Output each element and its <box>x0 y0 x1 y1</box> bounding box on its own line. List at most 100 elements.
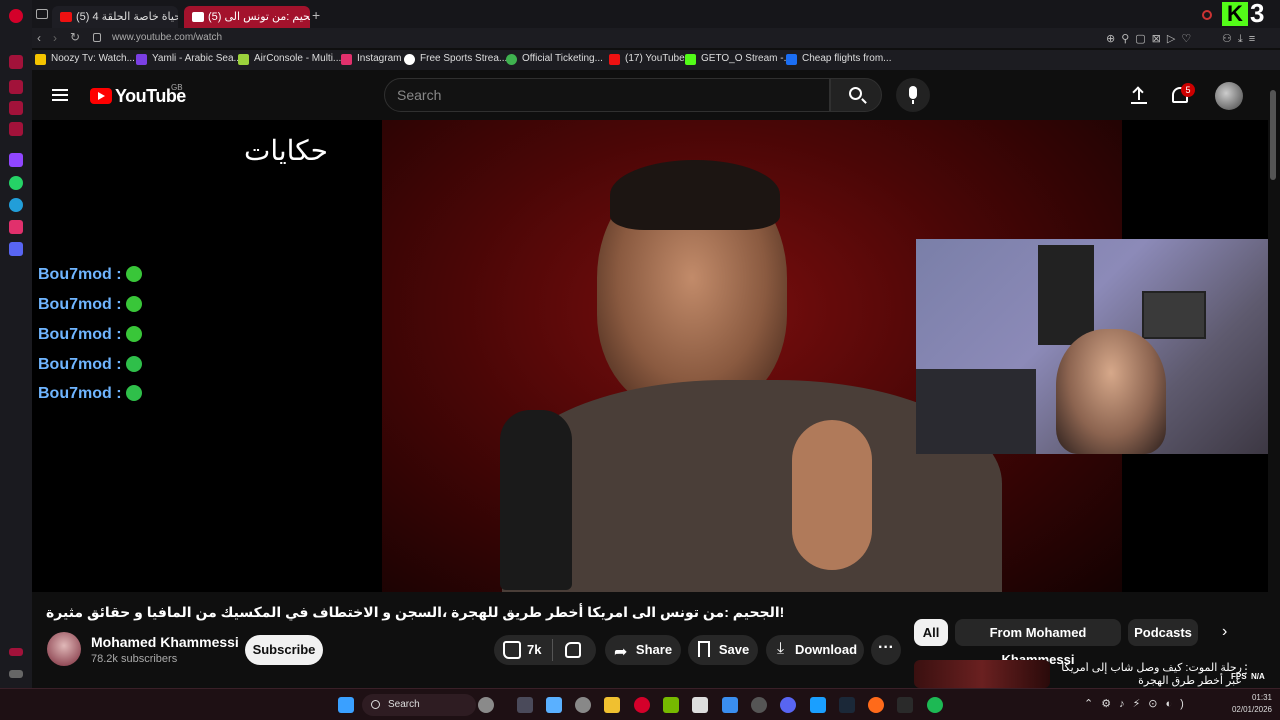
search-icon <box>371 700 380 709</box>
dislike-icon[interactable] <box>565 642 581 658</box>
chat-message: Bou7mod : <box>38 385 142 403</box>
reload-icon[interactable]: ↻ <box>70 30 80 44</box>
bookmark-instagram[interactable]: Instagram <box>341 53 401 65</box>
clock-time[interactable]: 01:31 <box>1226 693 1272 702</box>
bookmark-free-sports[interactable]: Free Sports Strea... <box>404 53 507 65</box>
flights-icon <box>786 54 797 65</box>
voice-search-button[interactable] <box>896 78 930 112</box>
channel-name[interactable]: Mohamed Khammessi <box>91 634 239 650</box>
news-icon[interactable] <box>9 122 23 136</box>
emote-icon <box>125 296 142 312</box>
kick-icon <box>685 54 696 65</box>
bookmark-cheap-flights[interactable]: Cheap flights from... <box>786 53 891 65</box>
sports-icon <box>404 54 415 65</box>
whatsapp-icon[interactable] <box>9 176 23 190</box>
player-icon[interactable] <box>9 101 23 115</box>
origin-icon[interactable] <box>868 697 884 713</box>
search-tabs-icon[interactable] <box>1202 10 1212 20</box>
bookmark-official-ticketing[interactable]: Official Ticketing... <box>506 53 603 65</box>
youtube-favicon-icon <box>60 12 72 22</box>
chip-all[interactable]: All <box>914 619 948 646</box>
nvidia-icon[interactable] <box>663 697 679 713</box>
like-count[interactable]: 7k <box>527 642 541 657</box>
like-icon[interactable] <box>503 641 521 659</box>
bookmark-airconsole[interactable]: AirConsole - Multi... <box>238 53 341 65</box>
games-icon[interactable] <box>9 80 23 94</box>
url-field[interactable]: www.youtube.com/watch <box>112 32 222 43</box>
search-button[interactable] <box>830 78 882 112</box>
chip-podcasts[interactable]: Podcasts <box>1128 619 1198 646</box>
tab-menu-icon[interactable] <box>36 9 48 19</box>
streamer <box>1056 329 1166 454</box>
bookmark-noozy[interactable]: Noozy Tv: Watch... <box>35 53 135 65</box>
overlay-number: 3 <box>1250 0 1265 28</box>
hamburger-menu-icon[interactable] <box>52 89 68 91</box>
profile-download-menu-icons[interactable]: ⚇⤓≡ <box>1222 32 1261 46</box>
system-tray-icons[interactable]: ⌃⚙♪⚡⊙◐) <box>1084 697 1192 710</box>
opera-logo-icon[interactable] <box>9 9 23 23</box>
instagram-icon[interactable] <box>9 220 23 234</box>
discord-icon[interactable] <box>780 697 796 713</box>
emote-icon <box>125 266 142 282</box>
chip-from-channel[interactable]: From Mohamed Khammessi <box>955 619 1121 667</box>
aria-icon[interactable] <box>9 55 23 69</box>
chips-next-icon[interactable]: › <box>1222 623 1227 641</box>
widget-icon[interactable] <box>478 697 494 713</box>
back-icon[interactable]: ‹ <box>37 31 41 45</box>
more-actions-button[interactable]: ··· <box>871 635 901 665</box>
twitch-icon[interactable] <box>9 153 23 167</box>
steam-icon[interactable] <box>839 697 855 713</box>
lock-icon <box>93 33 101 42</box>
avatar[interactable] <box>1215 82 1243 110</box>
epic-games-icon[interactable] <box>897 697 913 713</box>
instagram-icon <box>341 54 352 65</box>
airconsole-icon <box>238 54 249 65</box>
discord-icon[interactable] <box>9 242 23 256</box>
notification-count-badge: 5 <box>1181 83 1195 97</box>
gx-icon[interactable] <box>9 648 23 656</box>
obs-icon[interactable] <box>751 697 767 713</box>
youtube-logo-icon[interactable] <box>90 88 112 104</box>
bookmark-youtube[interactable]: (17) YouTube <box>609 53 685 65</box>
subscriber-count: 78.2k subscribers <box>91 653 178 665</box>
emote-icon <box>125 385 142 401</box>
emote-icon <box>125 326 142 342</box>
clock-date[interactable]: 02/01/2026 <box>1226 705 1272 714</box>
more-icon[interactable] <box>9 670 23 678</box>
opera-gx-icon[interactable] <box>634 697 650 713</box>
new-tab-button[interactable]: + <box>312 7 320 23</box>
more-icon: ··· <box>878 639 894 656</box>
settings-gear-icon[interactable] <box>575 697 591 713</box>
forward-icon[interactable]: › <box>53 31 57 45</box>
telegram-icon[interactable] <box>9 198 23 212</box>
file-explorer-icon[interactable] <box>604 697 620 713</box>
fps-value: N/A <box>1251 672 1265 681</box>
region-badge: GB <box>171 83 183 92</box>
bookmark-yamli[interactable]: Yamli - Arabic Sea... <box>136 53 242 65</box>
store-icon[interactable] <box>692 697 708 713</box>
create-upload-button[interactable] <box>1131 86 1147 104</box>
channel-avatar[interactable] <box>47 632 81 666</box>
app-icon[interactable] <box>722 697 738 713</box>
fps-label: FPS <box>1231 672 1247 681</box>
toolbar-icons[interactable]: ⊕⚲▢⊠▷♡ <box>1106 32 1197 45</box>
app-icon-2[interactable] <box>810 697 826 713</box>
search-input[interactable]: Search <box>384 78 830 112</box>
copilot-icon[interactable] <box>546 697 562 713</box>
scrollbar-thumb[interactable] <box>1270 90 1276 180</box>
bookmark-geto-stream[interactable]: GETO_O Stream -... <box>685 53 792 65</box>
desk-equipment <box>916 369 1036 454</box>
download-icon: ⤓ <box>777 640 785 657</box>
poster-fear <box>1038 245 1094 345</box>
recommended-title[interactable]: رحلة الموت: كيف وصل شاب إلى أمريكا عبر أ… <box>1056 662 1242 688</box>
save-icon <box>698 641 710 657</box>
task-view-icon[interactable] <box>517 697 533 713</box>
spotify-icon[interactable] <box>927 697 943 713</box>
subscribe-button[interactable]: Subscribe <box>245 635 323 665</box>
recommended-thumbnail[interactable] <box>914 660 1050 688</box>
tab-1[interactable]: (5) حياة خاصة الحلقة 4 - ube <box>52 6 178 28</box>
start-windows-icon[interactable] <box>338 697 354 713</box>
streamer-webcam <box>916 239 1280 454</box>
share-icon: ➦ <box>614 644 628 661</box>
tab-2-active[interactable]: (5) الجحيم :من تونس الى <box>184 6 310 28</box>
